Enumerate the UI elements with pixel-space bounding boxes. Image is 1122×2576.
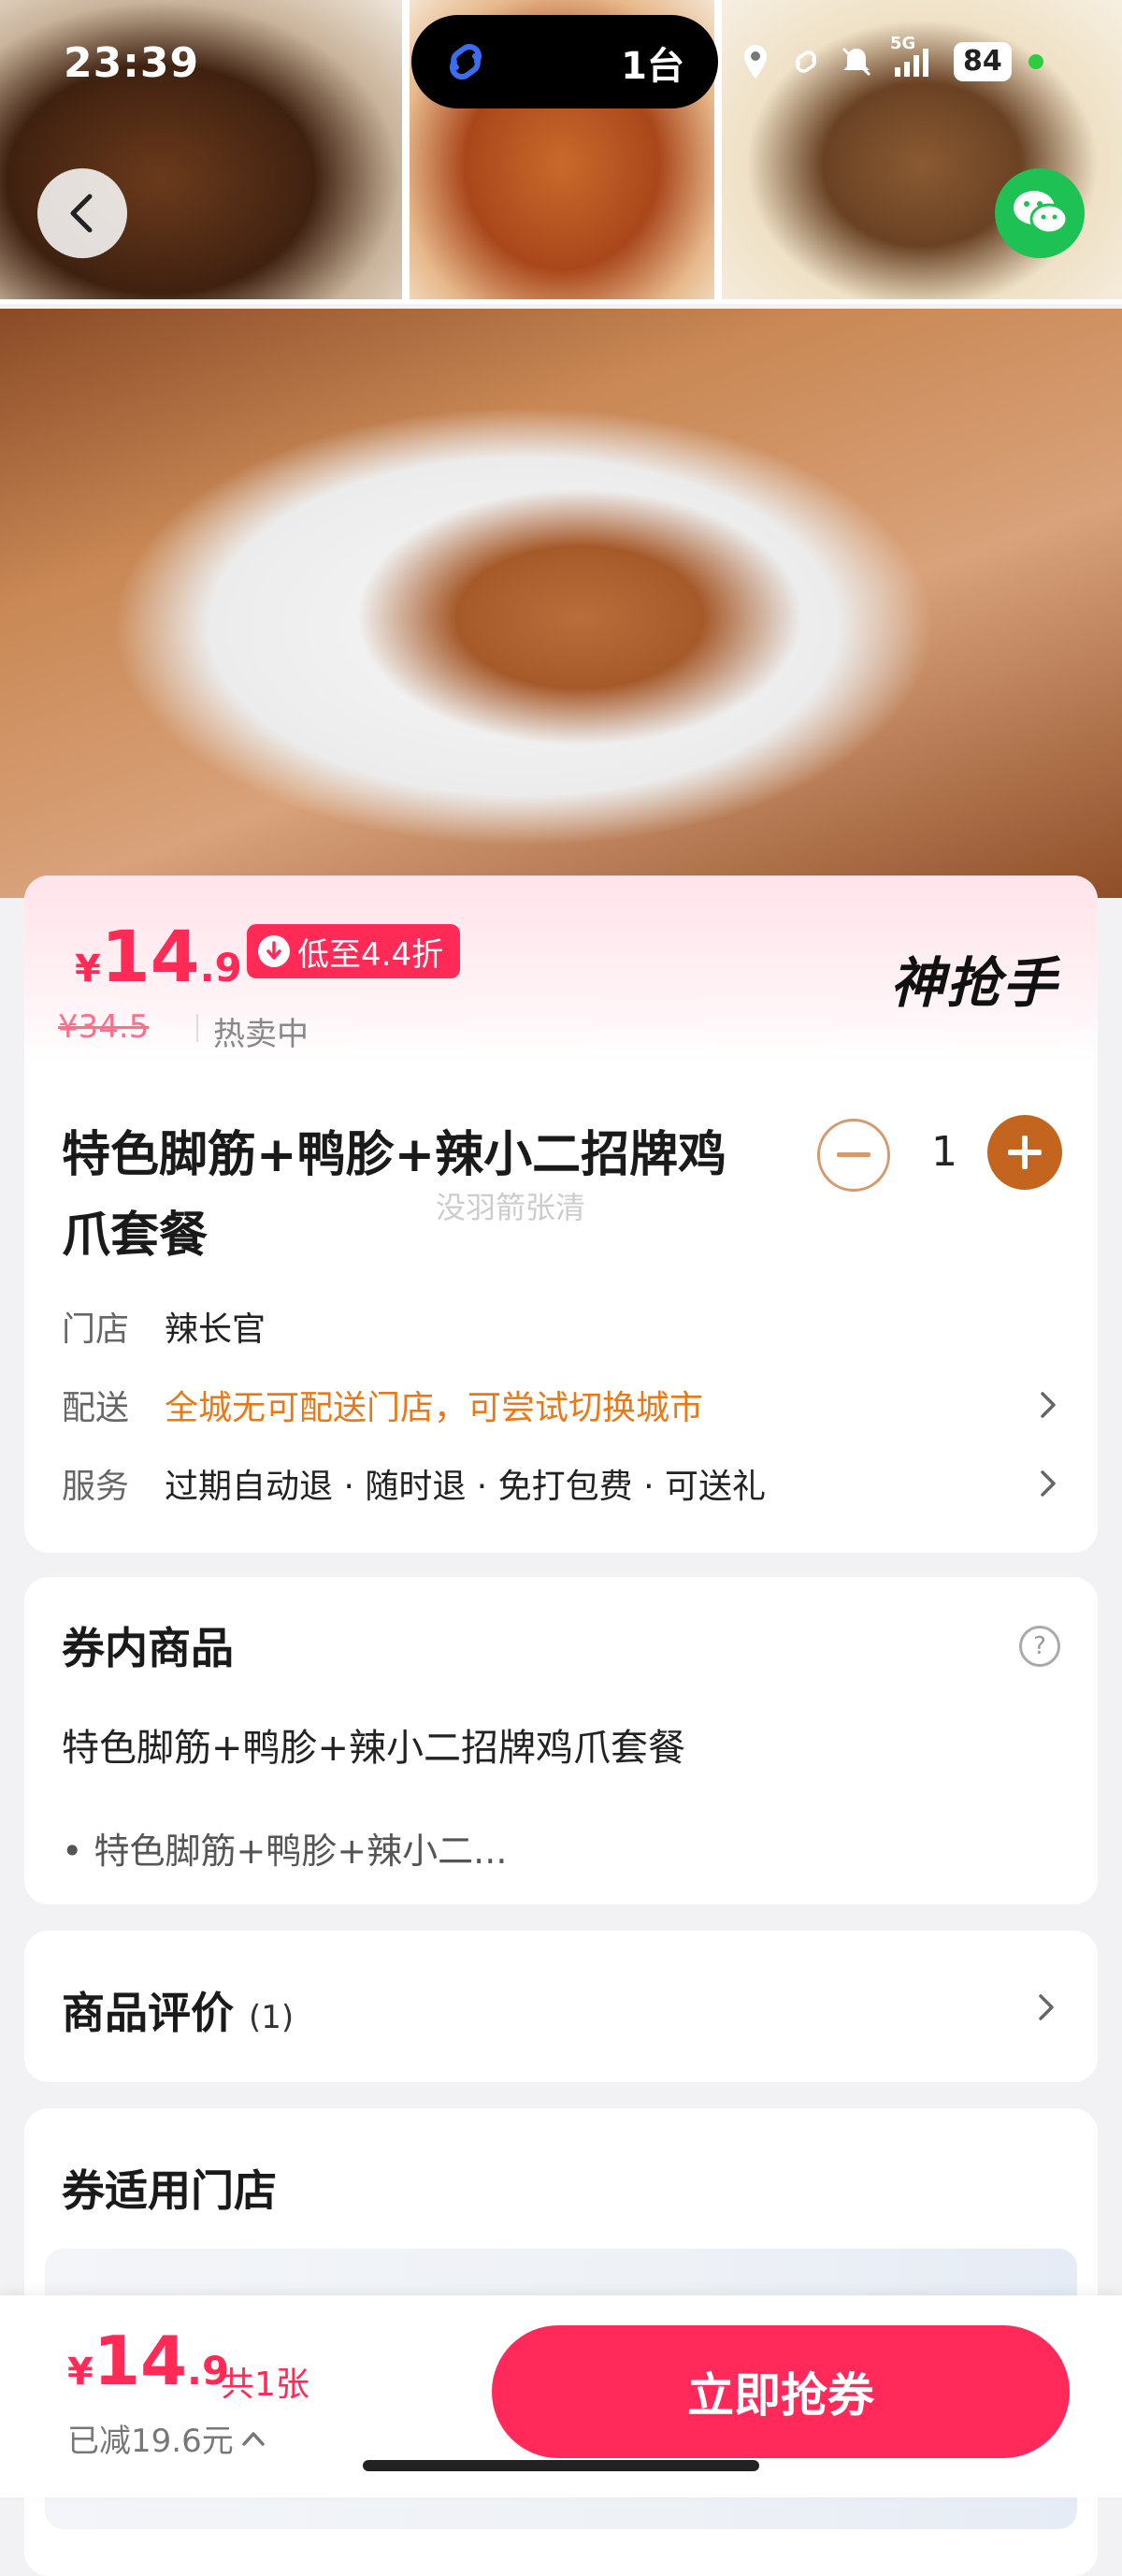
chevron-left-icon — [70, 194, 93, 233]
reviews-section-title: 商品评价 (1) — [62, 1979, 294, 2041]
link-status-icon — [789, 43, 823, 80]
quantity-decrease-button[interactable] — [817, 1119, 890, 1192]
current-price-integer: 14 — [100, 915, 200, 998]
original-price: ¥34.5 — [58, 1008, 150, 1046]
discount-label: 低至4.4折 — [297, 935, 444, 974]
service-value: 过期自动退 · 随时退 · 免打包费 · 可送礼 — [165, 1468, 766, 1506]
watermark-text: 没羽箭张清 — [436, 1190, 586, 1225]
savings-text: 已减19.6元 — [67, 2423, 234, 2460]
store-name: 辣长官 — [165, 1310, 266, 1349]
store-row: 门店 辣长官 — [62, 1298, 1062, 1354]
product-title: 特色脚筋+鸭胗+辣小二招牌鸡爪套餐 — [62, 1127, 727, 1264]
home-indicator[interactable] — [363, 2460, 759, 2471]
discount-badge: 低至4.4折 — [247, 924, 461, 978]
wechat-icon — [1014, 191, 1069, 235]
product-main-image[interactable] — [0, 309, 1122, 898]
bottom-price-currency: ¥ — [67, 2351, 94, 2394]
reviews-card[interactable]: 商品评价 (1) — [24, 1931, 1098, 2082]
reviews-title-text: 商品评价 — [62, 1988, 234, 2038]
sale-status: 热卖中 — [213, 1016, 309, 1053]
quantity-increase-button[interactable] — [987, 1115, 1062, 1190]
current-price: ¥14.9 — [75, 915, 242, 998]
location-icon — [739, 43, 772, 80]
service-label: 服务 — [62, 1468, 130, 1506]
status-icons: 5G 84 — [739, 34, 1043, 90]
delivery-value: 全城无可配送门店，可尝试切换城市 — [165, 1389, 704, 1427]
product-info-card: ¥14.9 低至4.4折 神抢手 ¥34.5 热卖中 特色脚筋+鸭胗+辣小二招牌… — [24, 876, 1098, 1553]
stores-section-title: 券适用门店 — [62, 2165, 277, 2216]
dynamic-island[interactable]: 1台 — [411, 15, 718, 109]
product-thumbnail-1[interactable] — [0, 0, 402, 299]
battery-level: 84 — [954, 42, 1012, 81]
island-count: 1台 — [621, 45, 684, 88]
current-price-decimal: .9 — [199, 945, 242, 991]
chevron-right-icon — [1032, 1989, 1060, 2026]
wechat-share-button[interactable] — [995, 168, 1085, 258]
signal-5g-icon: 5G — [890, 34, 937, 80]
arrow-down-icon — [258, 935, 290, 967]
link-icon — [450, 44, 482, 80]
chevron-up-icon — [241, 2431, 265, 2446]
help-icon[interactable]: ? — [1019, 1626, 1060, 1667]
grab-coupon-button[interactable]: 立即抢券 — [492, 2325, 1070, 2458]
store-label: 门店 — [62, 1310, 130, 1349]
delivery-label: 配送 — [62, 1389, 130, 1427]
service-row[interactable]: 服务 过期自动退 · 随时退 · 免打包费 · 可送礼 — [62, 1455, 1062, 1512]
quantity-value: 1 — [931, 1128, 957, 1176]
delivery-row[interactable]: 配送 全城无可配送门店，可尝试切换城市 — [62, 1377, 1062, 1433]
back-button[interactable] — [37, 168, 127, 258]
bottom-price-integer: 14 — [93, 2322, 188, 2400]
contents-package-name: 特色脚筋+鸭胗+辣小二招牌鸡爪套餐 — [62, 1727, 686, 1770]
coupon-count: 共1张 — [221, 2366, 309, 2404]
contents-section-title: 券内商品 — [62, 1623, 234, 1673]
bottom-price: ¥14.9 — [67, 2322, 229, 2400]
mute-bell-icon — [840, 43, 873, 80]
brand-logo-text: 神抢手 — [889, 951, 1058, 1015]
brand-logo: 神抢手 — [890, 939, 1058, 1018]
savings-toggle[interactable]: 已减19.6元 — [67, 2415, 266, 2461]
current-price-currency: ¥ — [75, 948, 101, 991]
chevron-right-icon — [1034, 1465, 1062, 1502]
contents-item: • 特色脚筋+鸭胗+辣小二... — [62, 1831, 508, 1872]
chevron-right-icon — [1034, 1386, 1062, 1424]
coupon-contents-card: 券内商品 ? 特色脚筋+鸭胗+辣小二招牌鸡爪套餐 • 特色脚筋+鸭胗+辣小二..… — [24, 1577, 1098, 1904]
privacy-indicator-dot — [1028, 54, 1043, 69]
minus-icon — [837, 1152, 870, 1157]
network-type-label: 5G — [890, 34, 916, 53]
status-time: 23:39 — [64, 39, 200, 87]
review-count: (1) — [249, 1999, 295, 2036]
plus-icon — [1008, 1136, 1042, 1169]
